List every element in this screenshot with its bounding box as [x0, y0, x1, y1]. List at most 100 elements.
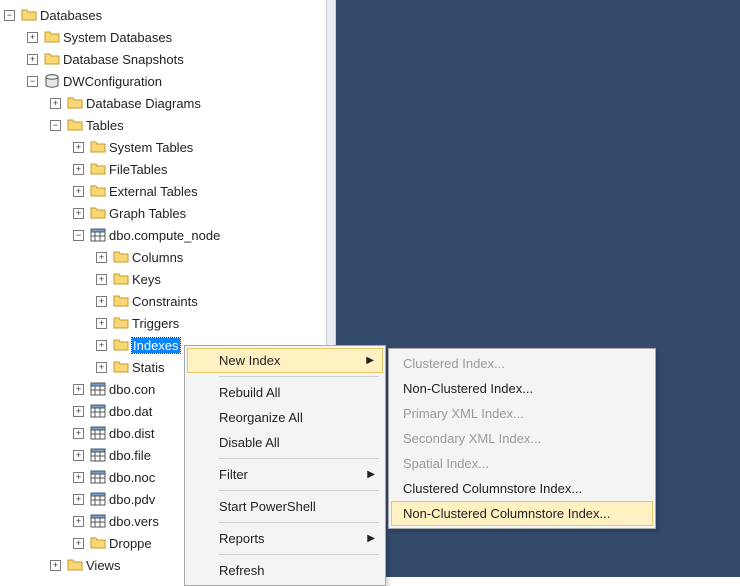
table-icon — [90, 513, 106, 529]
expand-icon[interactable]: + — [73, 186, 84, 197]
tree-label: Tables — [86, 118, 124, 133]
tree-item-triggers[interactable]: + Triggers — [4, 312, 326, 334]
collapse-icon[interactable]: − — [50, 120, 61, 131]
tree-label: Droppe — [109, 536, 152, 551]
tree-item-dwconfiguration[interactable]: − DWConfiguration — [4, 70, 326, 92]
folder-icon — [90, 535, 106, 551]
table-icon — [90, 447, 106, 463]
collapse-icon[interactable]: − — [4, 10, 15, 21]
tree-item-constraints[interactable]: + Constraints — [4, 290, 326, 312]
tree-item-database-snapshots[interactable]: + Database Snapshots — [4, 48, 326, 70]
expand-icon[interactable]: + — [96, 362, 107, 373]
tree-label: dbo.pdv — [109, 492, 155, 507]
expand-icon[interactable]: + — [27, 54, 38, 65]
submenu-item-spatial-index: Spatial Index... — [391, 451, 653, 476]
table-icon — [90, 403, 106, 419]
expand-icon[interactable]: + — [96, 296, 107, 307]
menu-item-reorganize-all[interactable]: Reorganize All — [187, 405, 383, 430]
tree-label: dbo.dist — [109, 426, 155, 441]
folder-icon — [113, 359, 129, 375]
folder-icon — [67, 117, 83, 133]
folder-icon — [67, 557, 83, 573]
tree-label: dbo.compute_node — [109, 228, 220, 243]
tree-item-database-diagrams[interactable]: + Database Diagrams — [4, 92, 326, 114]
table-icon — [90, 491, 106, 507]
tree-label: dbo.vers — [109, 514, 159, 529]
menu-item-disable-all[interactable]: Disable All — [187, 430, 383, 455]
folder-icon — [44, 51, 60, 67]
expand-icon[interactable]: + — [73, 428, 84, 439]
tree-item-keys[interactable]: + Keys — [4, 268, 326, 290]
expand-icon[interactable]: + — [27, 32, 38, 43]
table-icon — [90, 227, 106, 243]
tree-label: System Databases — [63, 30, 172, 45]
tree-label: System Tables — [109, 140, 193, 155]
menu-separator — [219, 522, 379, 523]
expand-icon[interactable]: + — [96, 274, 107, 285]
table-icon — [90, 381, 106, 397]
expand-icon[interactable]: + — [73, 384, 84, 395]
tree-label: dbo.file — [109, 448, 151, 463]
expand-icon[interactable]: + — [73, 450, 84, 461]
expand-icon[interactable]: + — [73, 142, 84, 153]
tree-label: Triggers — [132, 316, 179, 331]
expand-icon[interactable]: + — [73, 406, 84, 417]
expand-icon[interactable]: + — [73, 472, 84, 483]
tree-item-external-tables[interactable]: + External Tables — [4, 180, 326, 202]
collapse-icon[interactable]: − — [73, 230, 84, 241]
table-icon — [90, 469, 106, 485]
menu-label: New Index — [219, 353, 280, 368]
submenu-item-primary-xml-index: Primary XML Index... — [391, 401, 653, 426]
submenu-arrow-icon: ▶ — [367, 469, 375, 480]
submenu-item-secondary-xml-index: Secondary XML Index... — [391, 426, 653, 451]
folder-icon — [21, 7, 37, 23]
expand-icon[interactable]: + — [73, 208, 84, 219]
folder-icon — [113, 293, 129, 309]
folder-icon — [90, 161, 106, 177]
expand-icon[interactable]: + — [96, 340, 107, 351]
expand-icon[interactable]: + — [73, 516, 84, 527]
expand-icon[interactable]: + — [96, 252, 107, 263]
tree-item-system-tables[interactable]: + System Tables — [4, 136, 326, 158]
tree-item-columns[interactable]: + Columns — [4, 246, 326, 268]
menu-label: Clustered Index... — [403, 356, 505, 371]
expand-icon[interactable]: + — [73, 494, 84, 505]
folder-icon — [113, 271, 129, 287]
tree-item-databases[interactable]: − Databases — [4, 4, 326, 26]
menu-label: Primary XML Index... — [403, 406, 524, 421]
menu-separator — [219, 458, 379, 459]
menu-item-refresh[interactable]: Refresh — [187, 558, 383, 583]
submenu-item-non-clustered-columnstore-index[interactable]: Non-Clustered Columnstore Index... — [391, 501, 653, 526]
submenu-item-non-clustered-index[interactable]: Non-Clustered Index... — [391, 376, 653, 401]
menu-item-start-powershell[interactable]: Start PowerShell — [187, 494, 383, 519]
menu-label: Filter — [219, 467, 248, 482]
tree-item-filetables[interactable]: + FileTables — [4, 158, 326, 180]
expand-icon[interactable]: + — [96, 318, 107, 329]
expand-icon[interactable]: + — [73, 164, 84, 175]
menu-label: Non-Clustered Columnstore Index... — [403, 506, 610, 521]
expand-icon[interactable]: + — [73, 538, 84, 549]
tree-item-tables[interactable]: − Tables — [4, 114, 326, 136]
folder-icon — [90, 183, 106, 199]
tree-item-compute-node[interactable]: − dbo.compute_node — [4, 224, 326, 246]
collapse-icon[interactable]: − — [27, 76, 38, 87]
tree-item-graph-tables[interactable]: + Graph Tables — [4, 202, 326, 224]
context-menu: New Index ▶ Rebuild All Reorganize All D… — [184, 345, 386, 586]
menu-separator — [219, 490, 379, 491]
tree-label: dbo.con — [109, 382, 155, 397]
tree-item-system-databases[interactable]: + System Databases — [4, 26, 326, 48]
submenu-item-clustered-columnstore-index[interactable]: Clustered Columnstore Index... — [391, 476, 653, 501]
folder-icon — [113, 249, 129, 265]
tree-label: FileTables — [109, 162, 168, 177]
menu-item-rebuild-all[interactable]: Rebuild All — [187, 380, 383, 405]
menu-item-filter[interactable]: Filter ▶ — [187, 462, 383, 487]
tree-label: dbo.dat — [109, 404, 152, 419]
tree-label: Constraints — [132, 294, 198, 309]
menu-label: Rebuild All — [219, 385, 280, 400]
expand-icon[interactable]: + — [50, 98, 61, 109]
tree-label: Views — [86, 558, 120, 573]
expand-icon[interactable]: + — [50, 560, 61, 571]
menu-item-new-index[interactable]: New Index ▶ — [187, 348, 383, 373]
menu-label: Clustered Columnstore Index... — [403, 481, 582, 496]
menu-item-reports[interactable]: Reports ▶ — [187, 526, 383, 551]
